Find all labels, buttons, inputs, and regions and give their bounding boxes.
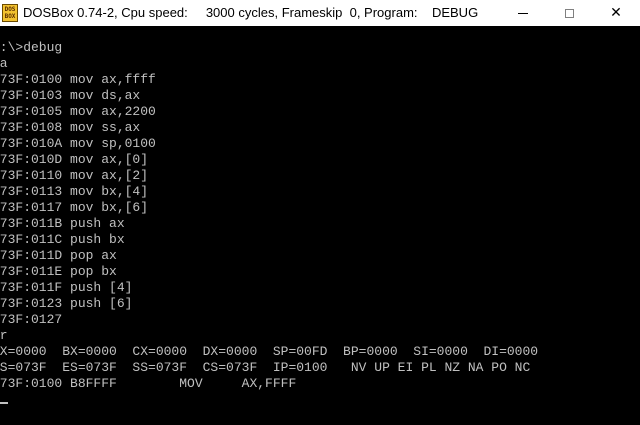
console-line: 073F:0103 mov ds,ax	[0, 88, 640, 104]
console-line: 073F:010D mov ax,[0]	[0, 152, 640, 168]
console-line-text: AX=0000 BX=0000 CX=0000 DX=0000 SP=00FD …	[0, 344, 539, 359]
console-line: -	[0, 392, 640, 408]
console-line-text: 073F:0103 mov ds,ax	[0, 88, 141, 103]
dos-console[interactable]: C:\>debug-a073F:0100 mov ax,ffff073F:010…	[0, 40, 640, 425]
console-line-text: 073F:0127	[0, 312, 63, 327]
close-icon: ✕	[610, 5, 622, 21]
console-line-text: 073F:0100 mov ax,ffff	[0, 72, 156, 87]
console-line: 073F:0127	[0, 312, 640, 328]
close-button[interactable]: ✕	[592, 0, 640, 26]
console-line-text: 073F:010D mov ax,[0]	[0, 152, 149, 167]
minimize-button[interactable]	[500, 0, 546, 26]
console-line-text: 073F:0113 mov bx,[4]	[0, 184, 149, 199]
console-line: 073F:010A mov sp,0100	[0, 136, 640, 152]
console-line: 073F:0108 mov ss,ax	[0, 120, 640, 136]
console-line-text: 073F:010A mov sp,0100	[0, 136, 156, 151]
dosbox-window: DOS BOX DOSBox 0.74-2, Cpu speed: 3000 c…	[0, 0, 640, 425]
console-line: DS=073F ES=073F SS=073F CS=073F IP=0100 …	[0, 360, 640, 376]
console-line-text: -a	[0, 56, 8, 71]
text-cursor	[0, 402, 8, 404]
console-line: 073F:0100 B8FFFF MOV AX,FFFF	[0, 376, 640, 392]
title-bar[interactable]: DOS BOX DOSBox 0.74-2, Cpu speed: 3000 c…	[0, 0, 640, 26]
console-line: AX=0000 BX=0000 CX=0000 DX=0000 SP=00FD …	[0, 344, 640, 360]
console-line: 073F:0110 mov ax,[2]	[0, 168, 640, 184]
maximize-icon	[564, 8, 574, 18]
console-line-text: 073F:0100 B8FFFF MOV AX,FFFF	[0, 376, 297, 391]
console-line: 073F:0113 mov bx,[4]	[0, 184, 640, 200]
console-line-text: 073F:0117 mov bx,[6]	[0, 200, 149, 215]
window-title: DOSBox 0.74-2, Cpu speed: 3000 cycles, F…	[23, 5, 479, 20]
console-line-text: C:\>debug	[0, 40, 63, 55]
console-line: 073F:0105 mov ax,2200	[0, 104, 640, 120]
console-line: 073F:011D pop ax	[0, 248, 640, 264]
maximize-button[interactable]	[546, 0, 592, 26]
minimize-icon	[518, 12, 528, 14]
console-line: 073F:0117 mov bx,[6]	[0, 200, 640, 216]
console-line-text: DS=073F ES=073F SS=073F CS=073F IP=0100 …	[0, 360, 531, 375]
console-line-text: 073F:011F push [4]	[0, 280, 133, 295]
console-line: 073F:0100 mov ax,ffff	[0, 72, 640, 88]
console-line: -r	[0, 328, 640, 344]
console-line: 073F:011B push ax	[0, 216, 640, 232]
console-line-text: 073F:0105 mov ax,2200	[0, 104, 156, 119]
console-line: 073F:011C push bx	[0, 232, 640, 248]
console-line-text: 073F:0108 mov ss,ax	[0, 120, 141, 135]
console-line: -a	[0, 56, 640, 72]
console-line: 073F:011F push [4]	[0, 280, 640, 296]
console-line-text: 073F:011B push ax	[0, 216, 125, 231]
console-line: C:\>debug	[0, 40, 640, 56]
console-line: 073F:011E pop bx	[0, 264, 640, 280]
console-line-text: -r	[0, 328, 8, 343]
console-line-text: 073F:0123 push [6]	[0, 296, 133, 311]
console-line-text: 073F:0110 mov ax,[2]	[0, 168, 149, 183]
console-line: 073F:0123 push [6]	[0, 296, 640, 312]
console-line-text: 073F:011D pop ax	[0, 248, 117, 263]
console-line-text: 073F:011C push bx	[0, 232, 125, 247]
console-line-text: 073F:011E pop bx	[0, 264, 117, 279]
dosbox-app-icon[interactable]: DOS BOX	[2, 4, 18, 22]
